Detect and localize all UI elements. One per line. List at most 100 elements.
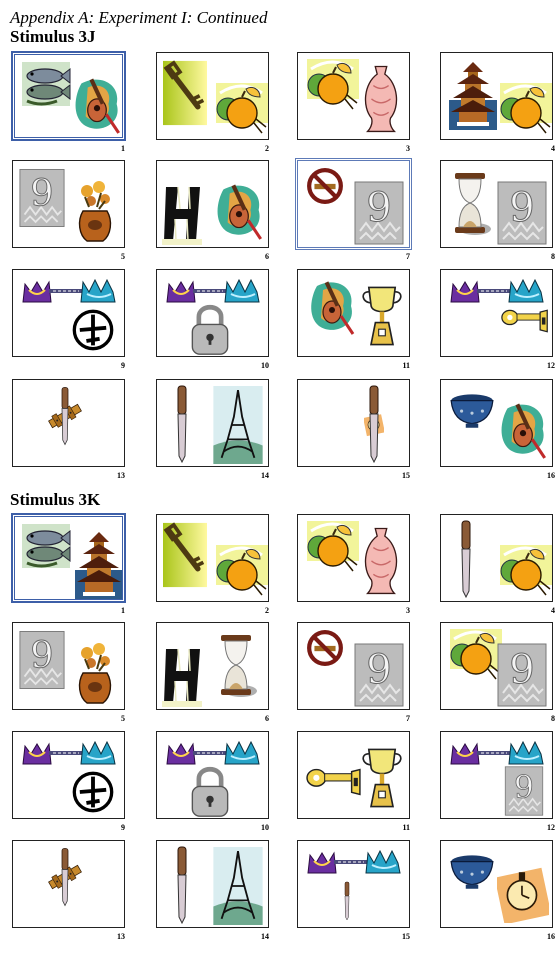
card-number: 1 (121, 606, 125, 615)
stimulus-card[interactable] (297, 269, 410, 357)
stimulus-card[interactable] (11, 51, 126, 141)
nine-icon: 9 (19, 167, 65, 229)
stimulus-card[interactable] (156, 840, 269, 928)
vase-icon (360, 61, 402, 135)
card-number: 11 (402, 823, 410, 832)
guitar-icon (497, 398, 549, 460)
stimulus-card[interactable] (440, 379, 553, 467)
card-number: 3 (406, 144, 410, 153)
orange-icon (302, 59, 360, 111)
card-number: 16 (547, 471, 555, 480)
card-number: 6 (265, 714, 269, 723)
svg-text:9: 9 (514, 769, 534, 805)
svg-text:9: 9 (366, 185, 391, 231)
fish-icon (21, 523, 71, 569)
card-number: 8 (551, 252, 555, 261)
stimulus-card[interactable] (11, 513, 126, 603)
orange-icon (445, 629, 503, 681)
flower-pot-icon (75, 177, 115, 243)
card-number: 9 (121, 823, 125, 832)
nine-icon: 9 (354, 643, 404, 707)
nine-icon: 9 (497, 181, 547, 245)
card-number: 9 (121, 361, 125, 370)
stimulus-card[interactable] (440, 52, 553, 140)
stimulus-card[interactable] (12, 840, 125, 928)
stimulus-card[interactable] (156, 160, 269, 248)
card-number: 2 (265, 606, 269, 615)
card-number: 1 (121, 144, 125, 153)
stimulus-card[interactable] (12, 731, 125, 819)
card-number: 14 (261, 932, 269, 941)
card-number: 2 (265, 144, 269, 153)
appendix-title: Appendix A: Experiment I: Continued (10, 8, 268, 27)
stimulus-card[interactable]: 9 (440, 731, 553, 819)
stimulus-card[interactable]: 9 (12, 160, 125, 248)
card-number: 5 (121, 714, 125, 723)
guitar-icon (213, 179, 265, 241)
stimulus-card[interactable] (297, 840, 410, 928)
card-number: 15 (402, 932, 410, 941)
chain-icon (447, 738, 547, 768)
letter-h-icon (161, 183, 203, 245)
card-number: 15 (402, 471, 410, 480)
stimulus-card[interactable] (12, 269, 125, 357)
card-number: 6 (265, 252, 269, 261)
orange-icon (495, 83, 552, 135)
stimulus-card[interactable] (156, 379, 269, 467)
card-number: 16 (547, 932, 555, 941)
svg-text:9: 9 (509, 185, 534, 231)
orange-icon (211, 545, 268, 597)
stopwatch-icon (497, 863, 549, 923)
nine-icon: 9 (354, 181, 404, 245)
nine-icon: 9 (497, 643, 547, 707)
padlock-icon (185, 304, 235, 356)
chain-icon (19, 276, 119, 306)
stimulus-card[interactable] (297, 52, 410, 140)
svg-text:9: 9 (509, 647, 534, 693)
stimulus-card[interactable] (156, 622, 269, 710)
stimulus-card[interactable] (12, 379, 125, 467)
card-number: 10 (261, 361, 269, 370)
airplane-icon (71, 308, 115, 352)
stimulus-card[interactable] (297, 379, 410, 467)
stimulus-card[interactable]: 9 (295, 158, 412, 250)
card-number: 12 (547, 823, 555, 832)
stimulus-card[interactable] (297, 514, 410, 602)
hourglass-icon (215, 633, 259, 699)
card-number: 7 (406, 252, 410, 261)
orange-icon (211, 83, 268, 135)
card-number: 11 (402, 361, 410, 370)
stimulus-card[interactable] (440, 269, 553, 357)
nine-icon: 9 (19, 629, 65, 691)
stimulus-card[interactable] (440, 840, 553, 928)
chain-icon (304, 847, 404, 877)
chain-icon (447, 276, 547, 306)
stimulus-card[interactable] (156, 52, 269, 140)
trophy-icon (360, 282, 404, 350)
svg-text:9: 9 (30, 633, 53, 676)
stimulus-card[interactable] (297, 731, 410, 819)
flower-pot-icon (75, 639, 115, 705)
stimulus-card[interactable] (156, 269, 269, 357)
card-number: 8 (551, 714, 555, 723)
chain-icon (163, 738, 263, 768)
stimulus-card[interactable]: 9 (440, 160, 553, 248)
key-icon (163, 519, 207, 591)
windup-key-icon (306, 762, 362, 802)
vase-icon (360, 523, 402, 597)
stimulus-card[interactable]: 9 (440, 622, 553, 710)
card-number: 4 (551, 606, 555, 615)
pagoda-icon (449, 59, 497, 131)
windup-key-icon (501, 304, 549, 338)
stimulus-card[interactable]: 9 (12, 622, 125, 710)
guitar-icon (306, 276, 358, 336)
key-icon (163, 57, 207, 129)
stimulus-card[interactable]: 9 (297, 622, 410, 710)
stimulus-card[interactable] (156, 731, 269, 819)
svg-text:9: 9 (30, 171, 53, 214)
guitar-icon (71, 73, 122, 135)
knife-icon (364, 384, 384, 464)
pagoda-icon (75, 529, 122, 599)
stimulus-card[interactable] (156, 514, 269, 602)
stimulus-card[interactable] (440, 514, 553, 602)
